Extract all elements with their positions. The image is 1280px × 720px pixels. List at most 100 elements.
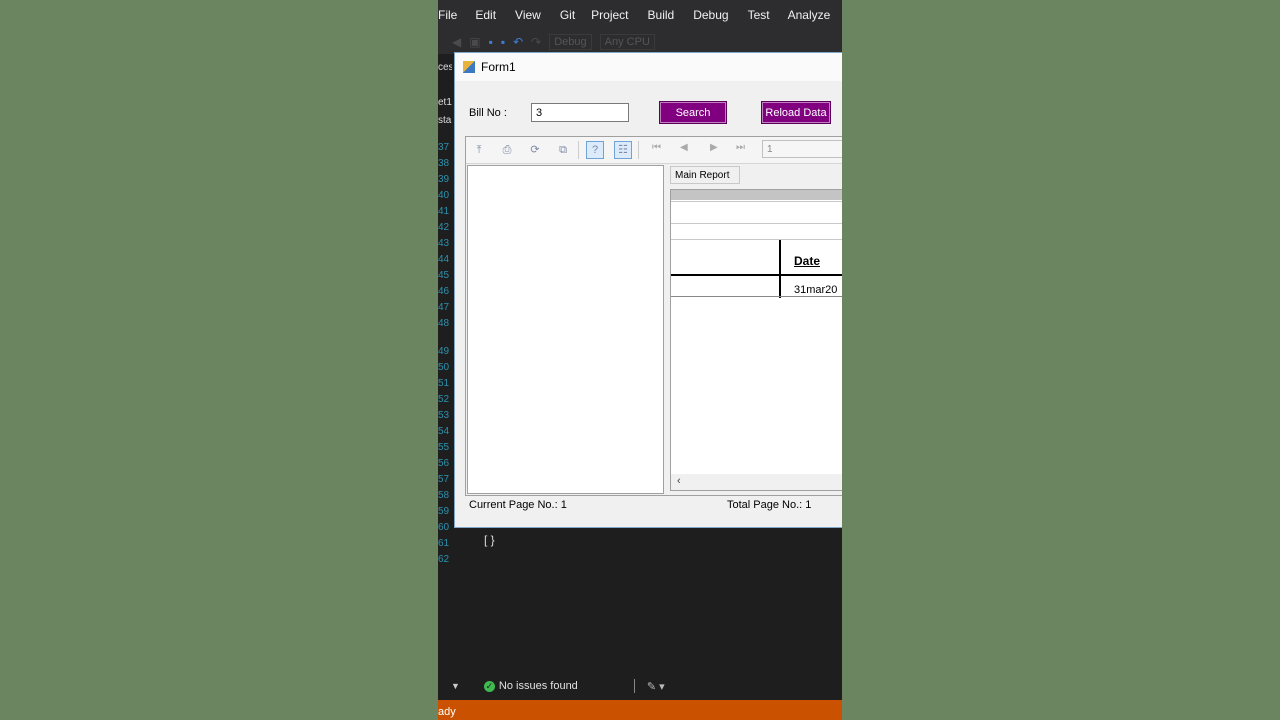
zoom-dropdown-icon[interactable]: ▼	[451, 681, 460, 691]
window-title: Form1	[481, 60, 516, 74]
line-number: 57	[438, 474, 450, 485]
status-bar: ady	[438, 700, 842, 720]
code-brace: [ }	[484, 533, 495, 547]
issues-label: No issues found	[498, 680, 578, 692]
line-number: 40	[438, 190, 450, 201]
brush-icon[interactable]: ✎ ▾	[647, 680, 665, 693]
group-tree-icon[interactable]: ☷	[614, 141, 632, 159]
error-status-row: ▼ ✓ No issues found ✎ ▾	[438, 676, 842, 696]
group-tree-panel[interactable]	[467, 165, 664, 494]
report-rule	[671, 296, 842, 297]
report-rule	[671, 239, 842, 240]
refresh-icon[interactable]: ⟳	[526, 141, 544, 159]
report-preview[interactable]: Date 31mar20 ‹	[670, 189, 842, 491]
menu-file[interactable]: File	[438, 8, 457, 22]
line-number: 45	[438, 270, 450, 281]
side-tab[interactable]: ces	[438, 62, 452, 80]
line-number: 38	[438, 158, 450, 169]
platform-dropdown[interactable]: Any CPU	[599, 34, 655, 50]
header-underline	[671, 274, 842, 276]
line-number: 44	[438, 254, 450, 265]
line-number: 43	[438, 238, 450, 249]
line-number: 56	[438, 458, 450, 469]
issues-indicator[interactable]: ✓ No issues found	[483, 680, 578, 692]
export-icon[interactable]: ⤒	[470, 141, 488, 159]
horizontal-scrollbar[interactable]: ‹	[671, 474, 842, 490]
window-title-bar[interactable]: Form1	[455, 53, 842, 81]
ready-label: ady	[438, 706, 456, 718]
check-circle-icon: ✓	[483, 680, 495, 692]
vs-screen: File Edit View Git Project Build Debug T…	[438, 0, 842, 720]
new-item-icon[interactable]: ▣	[469, 35, 480, 49]
line-number: 62	[438, 554, 450, 565]
line-number: 61	[438, 538, 450, 549]
date-cell: 31mar20	[794, 284, 838, 296]
next-page-icon[interactable]: ▶	[710, 142, 718, 153]
report-header-band	[671, 190, 842, 200]
report-viewer-toolbar: ⤒ ⎙ ⟳ ⧉ ? ☷ ⏮ ◀ ▶ ⏭ 1	[466, 137, 842, 164]
side-tab[interactable]: sta	[438, 115, 452, 133]
scroll-left-icon[interactable]: ‹	[677, 475, 681, 487]
menu-analyze[interactable]: Analyze	[788, 8, 831, 22]
toolbar-divider	[578, 141, 579, 159]
menu-edit[interactable]: Edit	[475, 8, 496, 22]
line-number: 37	[438, 142, 450, 153]
bill-no-input[interactable]	[531, 103, 629, 122]
menu-build[interactable]: Build	[648, 8, 675, 22]
menu-view[interactable]: View	[515, 8, 541, 22]
vs-toolbar: ◀ ▣ ▪ ▪ ↶ ↷ Debug Any CPU	[438, 30, 842, 54]
page-number-input[interactable]: 1	[762, 140, 842, 158]
menu-debug[interactable]: Debug	[693, 8, 728, 22]
previous-page-icon[interactable]: ◀	[680, 142, 688, 153]
column-divider	[779, 240, 781, 298]
back-icon[interactable]: ◀	[452, 35, 461, 49]
line-number: 41	[438, 206, 450, 217]
save-icon[interactable]: ▪	[489, 35, 493, 49]
current-page-label: Current Page No.: 1	[469, 499, 567, 511]
last-page-icon[interactable]: ⏭	[736, 142, 745, 153]
form1-window: Form1 Bill No : Search Reload Data ⤒ ⎙ ⟳…	[454, 52, 842, 528]
line-number: 59	[438, 506, 450, 517]
line-number: 42	[438, 222, 450, 233]
line-number: 39	[438, 174, 450, 185]
copy-icon[interactable]: ⧉	[554, 141, 572, 159]
app-icon	[463, 61, 475, 73]
report-viewer: ⤒ ⎙ ⟳ ⧉ ? ☷ ⏮ ◀ ▶ ⏭ 1 Main Report Date 3…	[465, 136, 842, 496]
line-number: 60	[438, 522, 450, 533]
report-rule	[671, 223, 842, 224]
total-page-label: Total Page No.: 1	[727, 499, 812, 511]
status-divider	[633, 679, 635, 693]
reload-data-button[interactable]: Reload Data	[761, 101, 831, 124]
menu-git[interactable]: Git	[560, 8, 575, 22]
bill-no-label: Bill No :	[469, 107, 507, 119]
line-number: 48	[438, 318, 450, 329]
menu-bar: File Edit View Git Project Build Debug T…	[438, 0, 842, 30]
line-number: 47	[438, 302, 450, 313]
date-column-header: Date	[794, 254, 821, 268]
tab-main-report[interactable]: Main Report	[670, 166, 740, 184]
line-number: 46	[438, 286, 450, 297]
menu-project[interactable]: Project	[591, 8, 628, 22]
line-number: 55	[438, 442, 450, 453]
config-dropdown[interactable]: Debug	[549, 34, 592, 50]
first-page-icon[interactable]: ⏮	[652, 142, 661, 153]
line-number: 53	[438, 410, 450, 421]
side-tab[interactable]: et1	[438, 97, 452, 115]
line-numbers: 37 38 39 40 41 42 43 44 45 46 47 48 49 5…	[438, 140, 454, 568]
save-all-icon[interactable]: ▪	[501, 35, 505, 49]
line-number: 58	[438, 490, 450, 501]
redo-icon[interactable]: ↷	[531, 35, 541, 49]
menu-test[interactable]: Test	[748, 8, 770, 22]
report-rule	[671, 201, 842, 202]
line-number: 52	[438, 394, 450, 405]
line-number: 54	[438, 426, 450, 437]
search-button[interactable]: Search	[659, 101, 727, 124]
help-icon[interactable]: ?	[586, 141, 604, 159]
toolbar-divider	[638, 141, 639, 159]
undo-icon[interactable]: ↶	[513, 35, 523, 49]
side-tabs: ces et1 sta	[438, 62, 452, 133]
print-icon[interactable]: ⎙	[498, 141, 516, 159]
line-number: 50	[438, 362, 450, 373]
line-number: 51	[438, 378, 450, 389]
line-number: 49	[438, 346, 450, 357]
